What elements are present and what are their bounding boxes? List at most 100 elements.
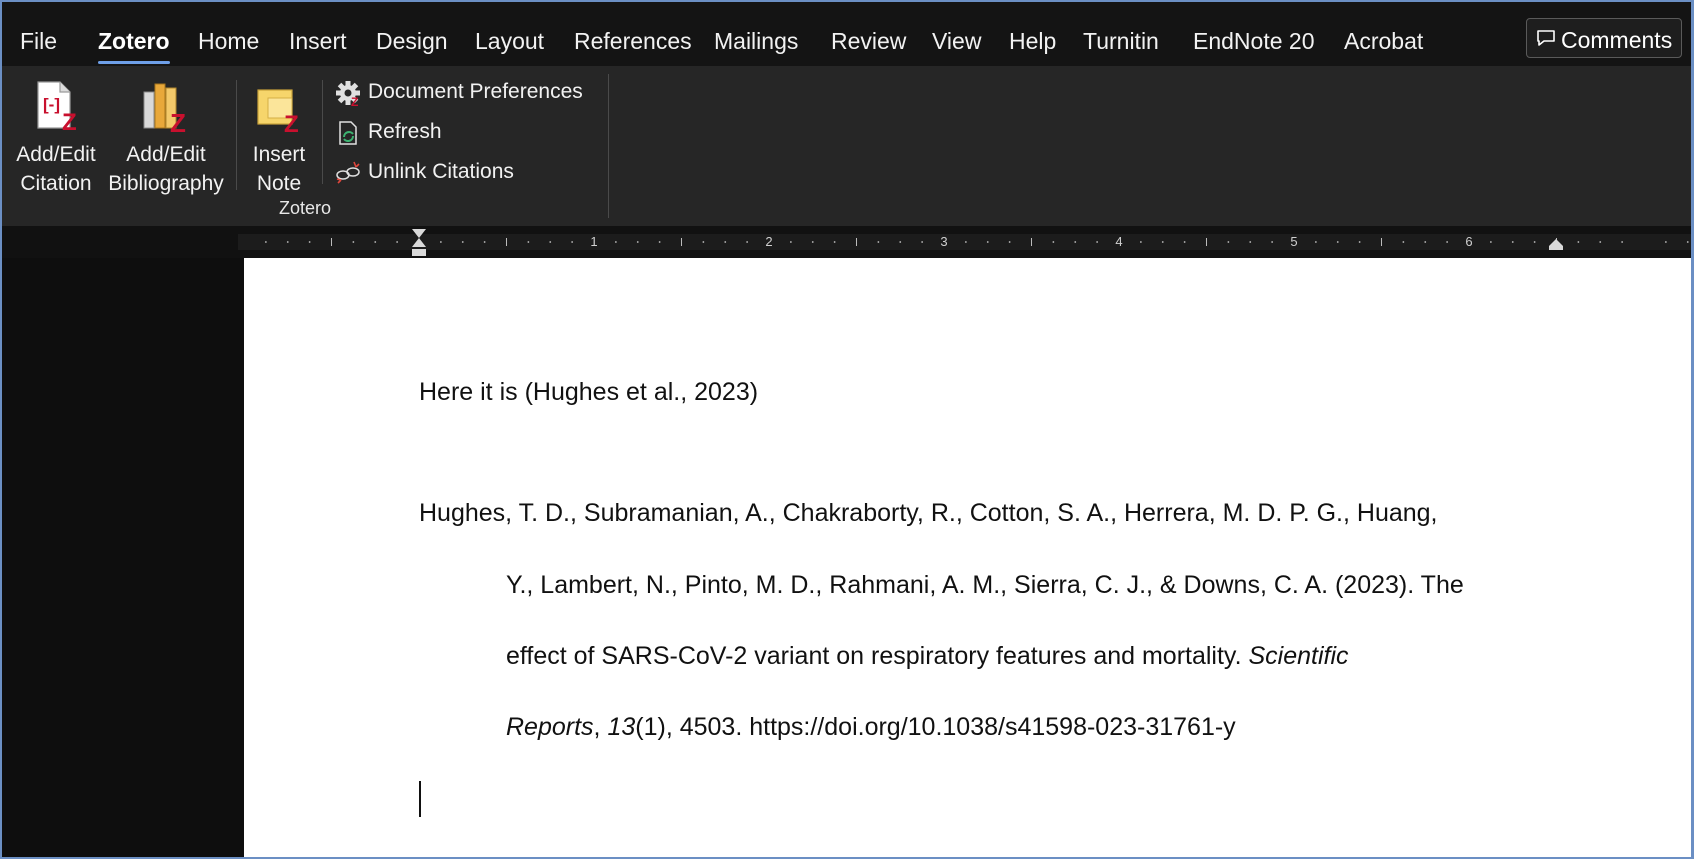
ruler-tick [527,241,530,243]
bibliography-line-4: Reports, 13(1), 4503. https://doi.org/10… [506,713,1236,742]
bibliography-title: effect of SARS-CoV-2 variant on respirat… [506,642,1249,670]
tab-mailings[interactable]: Mailings [714,28,798,55]
unlink-icon [336,161,360,184]
ruler-tick [1096,241,1099,243]
ruler-tick [724,241,727,243]
add-edit-bibliography-label-1: Add/Edit [126,143,206,166]
bibliography-journal-part1: Scientific [1248,642,1349,670]
insert-note-label-1: Insert [252,143,306,166]
ruler-number: 1 [590,234,597,249]
ribbon-group-label: Zotero [278,198,332,218]
bibliography-journal-part2: Reports [506,713,594,741]
svg-text:Z: Z [62,109,77,132]
ruler-tick [483,241,486,243]
svg-text:Z: Z [284,111,299,134]
ruler-tick [439,241,442,243]
gear-icon: Z [336,81,360,107]
svg-text:[-]: [-] [43,95,60,114]
menu-bar: File Zotero Home Insert Design Layout Re… [2,2,1691,66]
ruler-tick [286,241,289,243]
comment-icon [1537,30,1555,46]
tab-zotero[interactable]: Zotero [98,28,170,64]
ruler-tick [1161,241,1164,243]
ruler-number: 3 [940,234,947,249]
tab-layout[interactable]: Layout [475,28,544,55]
add-edit-bibliography-button[interactable]: Z Add/Edit Bibliography [104,76,228,206]
tab-help[interactable]: Help [1009,28,1056,55]
ribbon-separator [322,80,323,184]
ruler-tick [1336,241,1339,243]
tab-turnitin[interactable]: Turnitin [1083,28,1159,55]
ruler-tick [1446,241,1449,243]
ruler-tick [264,241,267,243]
ruler-tick [1074,241,1077,243]
bibliography-line-2: Y., Lambert, N., Pinto, M. D., Rahmani, … [506,571,1464,599]
document-preferences-label: Document Preferences [368,80,583,103]
comments-button[interactable]: Comments [1526,18,1682,58]
ruler-tick [1577,241,1580,243]
ruler-tick [571,241,574,243]
svg-text:Z: Z [351,95,358,107]
ruler-tick [549,241,552,243]
ruler-tick [1489,241,1492,243]
citation-paragraph: Here it is (Hughes et al., 2023) [419,378,759,406]
tab-home[interactable]: Home [198,28,259,55]
ruler-tick [1533,241,1536,243]
bibliography-volume: 13 [607,713,636,741]
tab-references[interactable]: References [574,28,692,55]
add-edit-citation-button[interactable]: [-] Z Add/Edit Citation [10,76,102,206]
ruler-tick [899,241,902,243]
ruler-tick [658,241,661,243]
ruler-tick [1599,241,1602,243]
ruler-number: 5 [1290,234,1297,249]
ruler-tick [1424,241,1427,243]
ruler-tick [833,241,836,243]
tab-review[interactable]: Review [831,28,906,55]
ruler-tick [1271,241,1274,243]
ruler-tick [702,241,705,243]
zotero-note-icon: Z [257,89,299,134]
ruler-tick [614,241,617,243]
zotero-citation-icon: [-] Z [37,81,77,132]
add-edit-citation-label-2: Citation [20,172,92,195]
refresh-label: Refresh [368,120,442,143]
tab-insert[interactable]: Insert [289,28,347,55]
tab-file[interactable]: File [20,28,57,55]
ruler-tick [964,241,967,243]
bibliography-issue-doi: (1), 4503. https://doi.org/10.1038/s4159… [635,713,1236,741]
tab-endnote[interactable]: EndNote 20 [1193,28,1314,55]
bibliography-line-3: effect of SARS-CoV-2 variant on respirat… [506,642,1349,671]
ruler-number: 6 [1465,234,1472,249]
ruler-tick [352,241,355,243]
indent-marker[interactable] [412,229,426,256]
word-window: File Zotero Home Insert Design Layout Re… [0,0,1694,859]
tab-design[interactable]: Design [376,28,448,55]
ruler-tick [789,241,792,243]
ruler-tick [1314,241,1317,243]
ribbon-group-separator [608,74,609,218]
ruler-tick [636,241,639,243]
bibliography-line-1: Hughes, T. D., Subramanian, A., Chakrabo… [419,499,1438,527]
ruler-tick [1511,241,1514,243]
ruler-scale: 1 2 3 4 5 6 [264,229,1689,256]
tab-acrobat[interactable]: Acrobat [1344,28,1423,55]
refresh-icon [339,121,357,145]
ruler-tick [921,241,924,243]
right-indent-marker[interactable] [1549,239,1563,250]
ruler-tick [986,241,989,243]
insert-note-label-2: Note [256,172,302,195]
ruler-tick [1621,241,1624,243]
tab-view[interactable]: View [932,28,981,55]
ruler-tick [746,241,749,243]
ruler-tick [1227,241,1230,243]
document-page[interactable]: Here it is (Hughes et al., 2023) Hughes,… [244,258,1691,857]
insert-note-button[interactable]: Z Insert Note [244,76,314,206]
horizontal-ruler[interactable]: 1 2 3 4 5 6 [2,226,1691,258]
ruler-tick [1664,241,1667,243]
ruler-tick [396,241,399,243]
comments-label: Comments [1561,27,1673,53]
ruler-tick [1183,241,1186,243]
ruler-tick [374,241,377,243]
ruler-tick [1358,241,1361,243]
left-pane [2,258,244,857]
